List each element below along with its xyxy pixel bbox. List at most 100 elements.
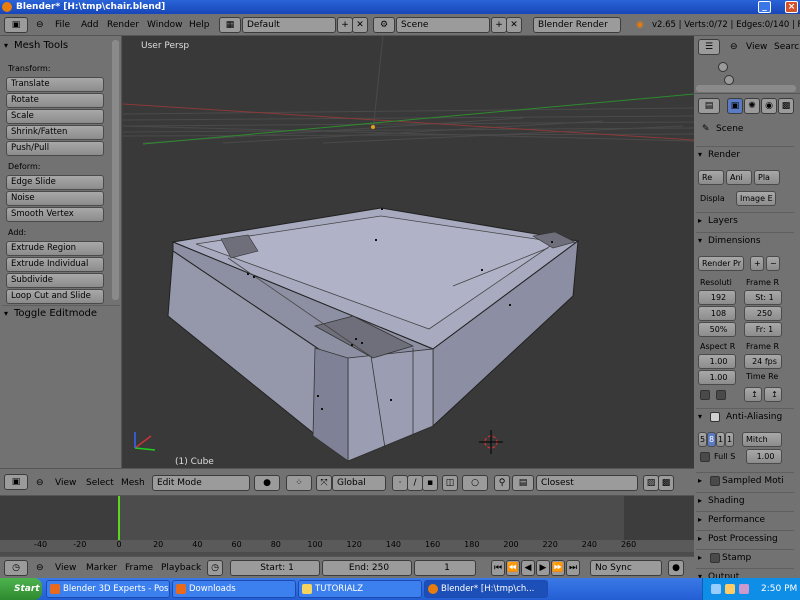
scene-icon[interactable]: ⚙ [373,17,395,33]
face-select-icon[interactable]: ▪ [422,475,438,491]
resolution-percent-field[interactable]: 50% [698,322,736,337]
close-button[interactable]: × [785,1,798,13]
remove-preset-button[interactable]: − [766,256,780,271]
collapse-icon[interactable]: ⊖ [36,14,44,36]
display-select[interactable]: Image E [736,191,776,206]
render-panel-header[interactable]: Render [696,146,794,163]
aa-filter-select[interactable]: Mitch [742,432,782,447]
extrude-individual-button[interactable]: Extrude Individual [6,257,104,272]
pin-icon[interactable]: ✎ [702,124,710,134]
add-preset-button[interactable]: + [750,256,764,271]
shading-panel-header[interactable]: Shading [696,492,794,509]
cube-mesh[interactable] [167,207,580,462]
menu-file[interactable]: File [55,14,70,36]
snap-target-select[interactable]: Closest [536,475,638,491]
opengl-anim-icon[interactable]: ▩ [658,475,674,491]
collapse-icon[interactable]: ⊖ [730,36,738,58]
start-frame-field[interactable]: Start: 1 [230,560,320,576]
lamp-item-icon[interactable] [724,75,734,85]
border-checkbox[interactable] [700,390,710,400]
render-presets-select[interactable]: Render Pr [698,256,744,271]
aspect-y-field[interactable]: 1.00 [698,370,736,385]
outliner-type-icon[interactable]: ☰ [698,39,720,55]
current-frame-field[interactable]: 1 [414,560,476,576]
aa-samples-16[interactable]: 1 [725,432,734,447]
scale-button[interactable]: Scale [6,109,104,124]
limit-selection-icon[interactable]: ◫ [442,475,458,491]
menu-mesh[interactable]: Mesh [121,472,145,494]
opengl-render-icon[interactable]: ▨ [643,475,659,491]
resolution-y-field[interactable]: 108 [698,306,736,321]
screen-layout-select[interactable]: Default [242,17,336,33]
motion-blur-checkbox[interactable] [710,476,720,486]
jump-end-icon[interactable]: ⏭ [566,560,580,576]
jump-keyframe-forward-icon[interactable]: ⏩ [551,560,565,576]
antialiasing-checkbox[interactable] [710,412,720,422]
extrude-region-button[interactable]: Extrude Region [6,241,104,256]
pivot-point-icon[interactable]: ⁘ [286,475,312,491]
scene-tab-icon[interactable]: ✺ [744,98,760,114]
play-icon[interactable]: ▶ [536,560,550,576]
jump-keyframe-back-icon[interactable]: ⏪ [506,560,520,576]
menu-frame[interactable]: Frame [125,557,153,579]
time-remap-new-field[interactable]: ↥ [764,387,782,402]
play-reverse-icon[interactable]: ◀ [521,560,535,576]
translate-button[interactable]: Translate [6,77,104,92]
orientation-select[interactable]: Global [332,475,386,491]
stamp-checkbox[interactable] [710,553,720,563]
frame-end-field[interactable]: 250 [744,306,782,321]
push-pull-button[interactable]: Push/Pull [6,141,104,156]
object-tab-icon[interactable]: ▩ [778,98,794,114]
crop-checkbox[interactable] [716,390,726,400]
record-icon[interactable]: ● [668,560,684,576]
play-animation-button[interactable]: Pla [754,170,780,185]
start-button[interactable]: Start [0,578,42,600]
scene-select[interactable]: Scene [396,17,490,33]
remove-scene-button[interactable]: ✕ [506,17,522,33]
render-tab-icon[interactable]: ▣ [727,98,743,114]
volume-icon[interactable] [739,584,749,594]
rotate-button[interactable]: Rotate [6,93,104,108]
resolution-x-field[interactable]: 192 [698,290,736,305]
viewport-shading-icon[interactable]: ● [254,475,280,491]
menu-help[interactable]: Help [189,14,210,36]
loop-cut-button[interactable]: Loop Cut and Slide [6,289,104,304]
frame-step-field[interactable]: Fr: 1 [744,322,782,337]
shrink-fatten-button[interactable]: Shrink/Fatten [6,125,104,140]
menu-playback[interactable]: Playback [161,557,201,579]
collapse-icon[interactable]: ⊖ [36,557,44,579]
performance-panel-header[interactable]: Performance [696,511,794,528]
menu-window[interactable]: Window [147,14,183,36]
render-image-button[interactable]: Re [698,170,724,185]
aa-filter-size-field[interactable]: 1.00 [746,449,782,464]
vertex-select-icon[interactable]: · [392,475,408,491]
mode-select[interactable]: Edit Mode [152,475,250,491]
sampled-motion-blur-header[interactable]: Sampled Moti [696,472,794,489]
render-animation-button[interactable]: Ani [726,170,752,185]
camera-item-icon[interactable] [718,62,728,72]
editor-type-icon[interactable]: ▣ [4,17,28,33]
dimensions-panel-header[interactable]: Dimensions [696,232,794,249]
tray-app-icon[interactable] [725,584,735,594]
snap-element-icon[interactable]: ▤ [512,475,534,491]
task-tutorialz[interactable]: TUTORIALZ [298,580,422,598]
aa-samples-5[interactable]: 5 [698,432,707,447]
timeline-area[interactable]: -40 -20 0 20 40 60 80 100 120 140 160 180 200 220 240 2… [0,496,694,556]
menu-view[interactable]: View [55,472,76,494]
stamp-panel-header[interactable]: Stamp [696,549,794,566]
outliner-menu-search[interactable]: Searc [774,36,799,58]
frame-start-field[interactable]: St: 1 [744,290,782,305]
3d-cursor-icon[interactable] [479,430,503,454]
preview-range-icon[interactable]: ◷ [207,560,223,576]
minimize-button[interactable]: _ [758,1,771,13]
full-sample-checkbox[interactable] [700,452,710,462]
toolshelf-scrollbar[interactable] [112,40,119,300]
manipulator-icon[interactable]: ⤧ [316,475,332,491]
menu-marker[interactable]: Marker [86,557,117,579]
frame-rate-select[interactable]: 24 fps [744,354,782,369]
time-remap-old-field[interactable]: ↥ [744,387,762,402]
menu-add[interactable]: Add [81,14,98,36]
edge-select-icon[interactable]: / [407,475,423,491]
toggle-editmode-header[interactable]: Toggle Editmode [2,305,120,322]
outliner-scrollbar[interactable] [696,85,796,92]
